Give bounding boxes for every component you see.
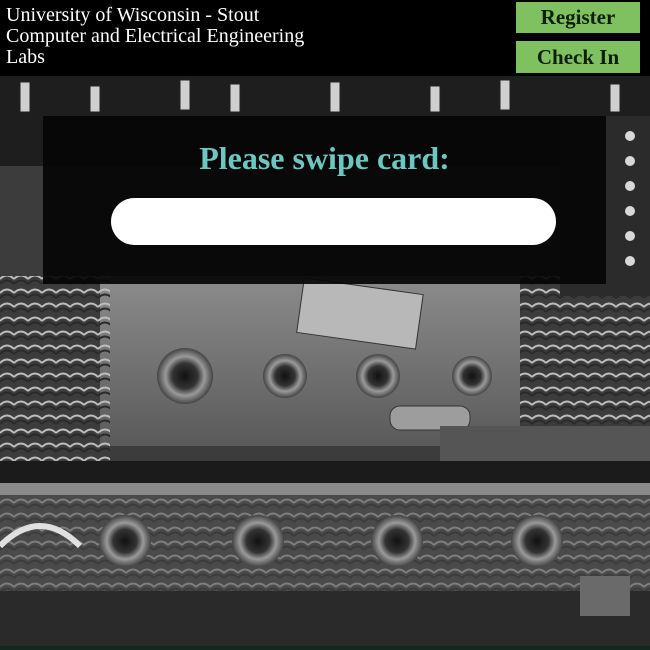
site-title-line-3: Labs xyxy=(6,46,45,68)
swipe-panel: Please swipe card: xyxy=(43,116,606,284)
register-button[interactable]: Register xyxy=(516,2,640,33)
site-title-line-2: Computer and Electrical Engineering xyxy=(6,25,305,47)
site-header: University of Wisconsin - Stout Computer… xyxy=(0,0,650,76)
footer-strip xyxy=(0,646,650,650)
check-in-button[interactable]: Check In xyxy=(516,41,640,73)
site-title: University of Wisconsin - Stout Computer… xyxy=(6,5,426,68)
swipe-prompt: Please swipe card: xyxy=(199,140,450,176)
card-swipe-input[interactable] xyxy=(111,198,556,245)
site-title-line-1: University of Wisconsin - Stout xyxy=(6,4,260,26)
